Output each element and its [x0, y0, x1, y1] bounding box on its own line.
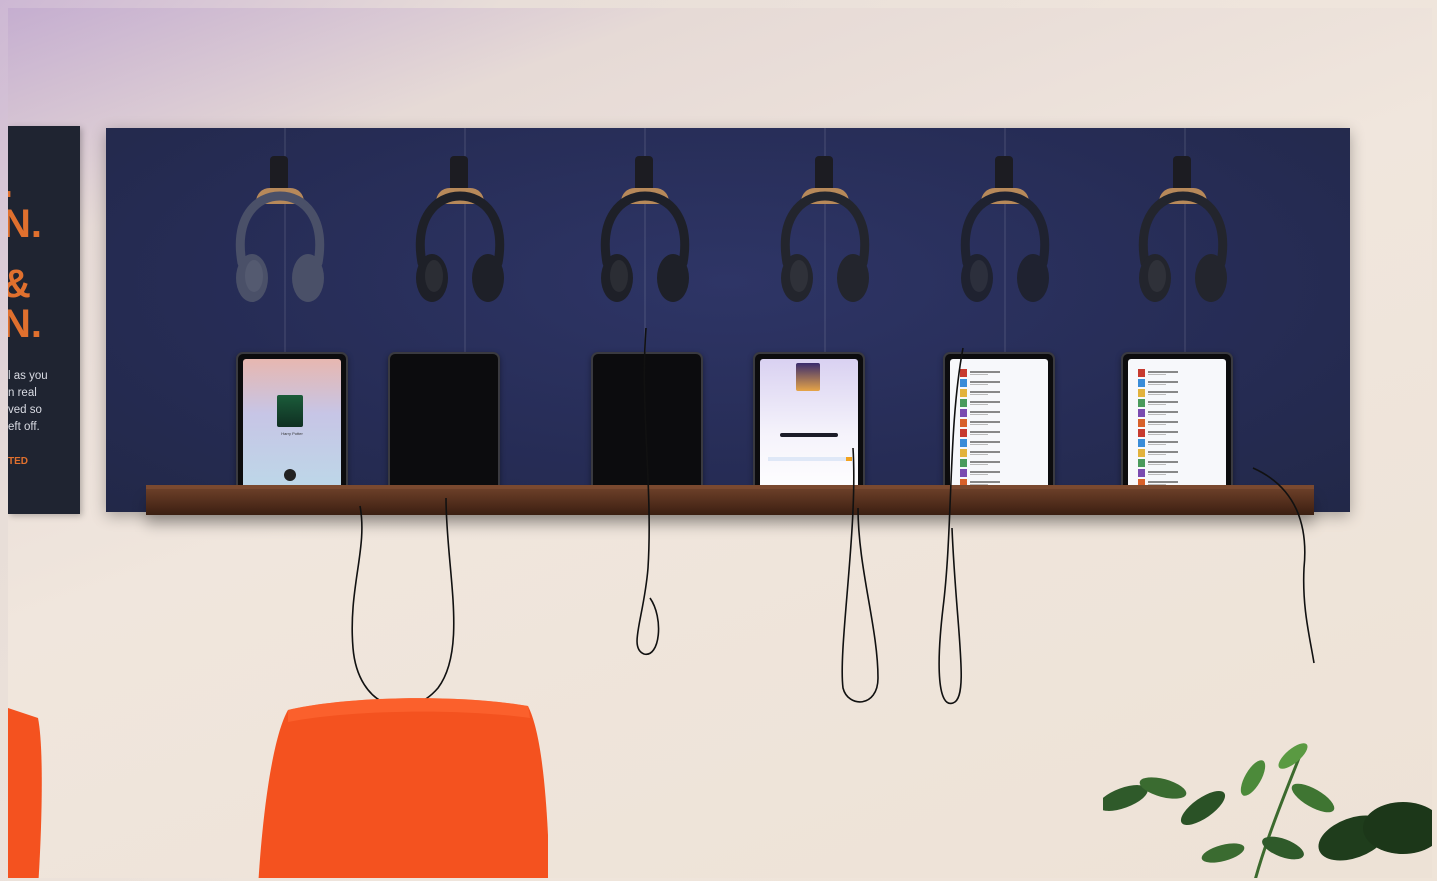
action-bar[interactable]: [780, 433, 838, 437]
info-banner: [768, 457, 850, 461]
list-item[interactable]: [1138, 369, 1220, 377]
screen-title: Harry Potter: [281, 431, 303, 436]
listening-station: [753, 148, 903, 508]
headphones-icon[interactable]: [595, 178, 695, 308]
headphones-icon[interactable]: [955, 178, 1055, 308]
tablet-screen[interactable]: [598, 359, 696, 495]
list-item[interactable]: [960, 419, 1042, 427]
tablet-screen[interactable]: [760, 359, 858, 495]
poster-heading-3: &: [8, 262, 31, 306]
list-item[interactable]: [1138, 449, 1220, 457]
list-item[interactable]: [960, 409, 1042, 417]
badge: [846, 457, 852, 461]
list-item[interactable]: [1138, 439, 1220, 447]
list-item[interactable]: [1138, 389, 1220, 397]
poster-body-line: eft off.: [8, 421, 40, 433]
wooden-shelf: [146, 489, 1314, 515]
list-item[interactable]: [960, 369, 1042, 377]
listening-station: [573, 148, 723, 508]
list-item[interactable]: [1138, 399, 1220, 407]
list-item[interactable]: [960, 379, 1042, 387]
poster-heading-2: N.: [8, 202, 42, 246]
poster-body-line: l as you: [8, 370, 48, 382]
list-item[interactable]: [960, 459, 1042, 467]
tablet-device[interactable]: [1121, 352, 1233, 502]
list-item[interactable]: [1138, 429, 1220, 437]
tablet-screen[interactable]: [1128, 359, 1226, 495]
list-item[interactable]: [1138, 459, 1220, 467]
listening-station: [1111, 148, 1261, 508]
orange-chair-edge: [8, 708, 42, 878]
tablet-screen[interactable]: [950, 359, 1048, 495]
tablet-device[interactable]: [943, 352, 1055, 502]
list-item[interactable]: [960, 399, 1042, 407]
tablet-device[interactable]: [753, 352, 865, 502]
listening-station: [933, 148, 1083, 508]
album-cover: [277, 395, 303, 427]
list-item[interactable]: [960, 439, 1042, 447]
tablet-screen[interactable]: [395, 359, 493, 495]
listening-station: Harry Potter: [208, 148, 358, 508]
list-item[interactable]: [960, 389, 1042, 397]
list-item[interactable]: [960, 429, 1042, 437]
book-cover: [796, 363, 820, 391]
poster-heading-1: .: [8, 162, 13, 206]
orange-chair: [258, 698, 548, 878]
wall-poster: . N. & N. l as you n real ved so eft off…: [8, 126, 80, 514]
list-item[interactable]: [960, 469, 1042, 477]
tablet-screen[interactable]: Harry Potter: [243, 359, 341, 495]
list-item[interactable]: [1138, 379, 1220, 387]
poster-body-line: ved so: [8, 404, 42, 416]
list-item[interactable]: [1138, 469, 1220, 477]
poster-heading-4: N.: [8, 302, 42, 346]
tablet-device[interactable]: Harry Potter: [236, 352, 348, 502]
headphones-icon[interactable]: [410, 178, 510, 308]
headphones-icon[interactable]: [1133, 178, 1233, 308]
headphones-icon[interactable]: [775, 178, 875, 308]
tablet-device[interactable]: [591, 352, 703, 502]
poster-tag: TED: [8, 456, 28, 467]
list-item[interactable]: [960, 449, 1042, 457]
potted-plant: [1103, 743, 1432, 878]
play-button[interactable]: [284, 469, 296, 481]
list-item[interactable]: [1138, 419, 1220, 427]
poster-body-line: n real: [8, 387, 37, 399]
listening-station: [388, 148, 538, 508]
tablet-device[interactable]: [388, 352, 500, 502]
headphones-icon[interactable]: [230, 178, 330, 308]
list-item[interactable]: [1138, 409, 1220, 417]
poster-body: l as you n real ved so eft off.: [8, 368, 80, 436]
photo-frame: . N. & N. l as you n real ved so eft off…: [8, 8, 1432, 878]
